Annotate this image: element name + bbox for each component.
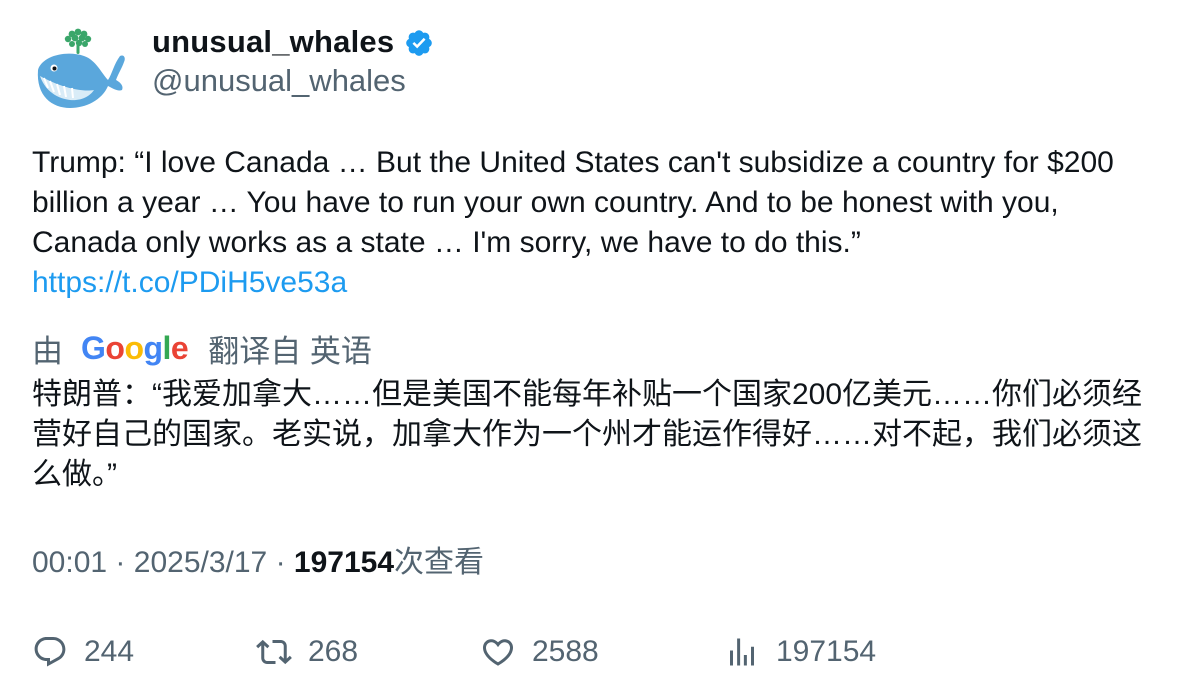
retweet-button[interactable]: 268 — [256, 630, 358, 674]
tweet-text: Trump: “I love Canada … But the United S… — [32, 143, 1168, 303]
whale-icon — [37, 28, 125, 108]
display-name-row: unusual_whales — [152, 22, 434, 62]
google-letter: l — [162, 329, 172, 366]
meta-separator: · — [115, 546, 126, 579]
translated-from-label: 翻译自 英语 — [208, 333, 372, 369]
author-info: unusual_whales @unusual_whales — [152, 22, 434, 99]
retweet-count: 268 — [308, 635, 359, 668]
views-count: 197154 — [293, 546, 395, 579]
google-letter: g — [143, 329, 163, 366]
views-button[interactable]: 197154 — [724, 630, 876, 674]
like-count: 2588 — [532, 635, 599, 668]
analytics-icon — [730, 638, 754, 666]
reply-icon — [34, 637, 66, 667]
translation-attribution: 由 Google 翻译自 英语 — [32, 326, 372, 370]
translated-by-label: 由 — [32, 333, 63, 369]
google-letter: G — [81, 329, 106, 366]
tweet-time[interactable]: 00:01 — [32, 546, 107, 579]
views-label: 次查看 — [394, 546, 485, 579]
tweet-link[interactable]: https://t.co/PDiH5ve53a — [32, 263, 1168, 303]
retweet-icon — [256, 639, 292, 665]
tweet-meta: 00:01 · 2025/3/17 · 197154次查看 — [32, 543, 484, 583]
tweet-body: Trump: “I love Canada … But the United S… — [32, 146, 1123, 259]
meta-separator: · — [275, 546, 286, 579]
handle[interactable]: @unusual_whales — [152, 63, 434, 99]
like-button[interactable]: 2588 — [480, 630, 599, 674]
display-name[interactable]: unusual_whales — [152, 24, 394, 60]
google-letter: o — [124, 329, 144, 366]
google-letter: o — [105, 329, 125, 366]
translated-text: 特朗普：“我爱加拿大……但是美国不能每年补贴一个国家200亿美元……你们必须经营… — [32, 378, 1143, 491]
tweet-card: unusual_whales @unusual_whales Trump: “I… — [0, 0, 1196, 698]
verified-badge-icon — [406, 30, 433, 56]
avatar[interactable] — [32, 24, 128, 120]
heart-icon — [482, 639, 514, 666]
action-bar: 244 268 2588 197154 — [32, 630, 1168, 674]
reply-count: 244 — [84, 635, 135, 668]
reply-button[interactable]: 244 — [32, 630, 134, 674]
google-letter: e — [170, 329, 189, 366]
tweet-date[interactable]: 2025/3/17 — [134, 546, 267, 579]
views-action-count: 197154 — [776, 635, 877, 668]
google-logo[interactable]: Google — [81, 329, 189, 367]
